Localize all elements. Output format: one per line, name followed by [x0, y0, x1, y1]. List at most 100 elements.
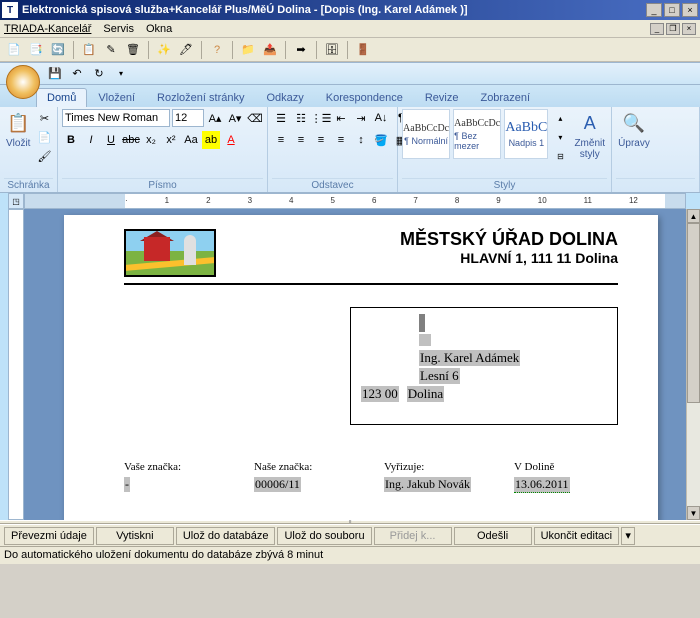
bold-button[interactable]: B	[62, 131, 80, 149]
tool-folder-icon[interactable]: 📁	[238, 40, 258, 60]
qat-redo-icon[interactable]: ↻	[90, 65, 108, 83]
cut-icon[interactable]: ✂	[35, 109, 53, 127]
tool-exit-icon[interactable]: 🚪	[353, 40, 373, 60]
fontcolor-button[interactable]: A	[222, 131, 240, 149]
numbering-icon[interactable]: ☷	[292, 109, 310, 127]
paste-button[interactable]: 📋 Vložit	[4, 109, 32, 152]
qat-save-icon[interactable]: 💾	[46, 65, 64, 83]
vertical-scrollbar[interactable]: ▲ ▼	[686, 209, 700, 520]
ruler-corner[interactable]: ◳	[8, 193, 24, 209]
scroll-thumb[interactable]	[687, 223, 700, 403]
horizontal-ruler[interactable]: ·12345678910111213141516	[24, 193, 686, 209]
style-row-down-icon[interactable]: ▾	[551, 128, 569, 146]
mdi-close-button[interactable]: ×	[682, 23, 696, 35]
style-gallery-icon[interactable]: ⊟	[551, 147, 569, 165]
scroll-up-icon[interactable]: ▲	[687, 209, 700, 223]
tool-help-icon[interactable]: ?	[207, 40, 227, 60]
style-normal[interactable]: AaBbCcDc ¶ Normální	[402, 109, 450, 159]
menubar: TRIADA-Kancelář Servis Okna _ ❐ ×	[0, 20, 700, 38]
subject-label: Věc:	[124, 519, 618, 520]
tool-magic-icon[interactable]: ✨	[154, 40, 174, 60]
align-justify-icon[interactable]: ≡	[332, 131, 350, 149]
header-text: MĚSTSKÝ ÚŘAD DOLINA HLAVNÍ 1, 111 11 Dol…	[400, 229, 618, 266]
strike-button[interactable]: abc	[122, 131, 140, 149]
indent-inc-icon[interactable]: ⇥	[352, 109, 370, 127]
tool-refresh-icon[interactable]: 🔄	[48, 40, 68, 60]
change-styles-button[interactable]: A Změnit styly	[572, 109, 607, 163]
btn-dropdown-icon[interactable]: ▾	[621, 527, 635, 545]
tool-pen-icon[interactable]: 🖊	[176, 40, 196, 60]
btn-save-db[interactable]: Ulož do databáze	[176, 527, 276, 545]
multilevel-icon[interactable]: ⋮☰	[312, 109, 330, 127]
tool-copy-icon[interactable]: 📋	[79, 40, 99, 60]
qat-undo-icon[interactable]: ↶	[68, 65, 86, 83]
btn-print[interactable]: Vytiskni	[96, 527, 174, 545]
align-center-icon[interactable]: ≡	[292, 131, 310, 149]
tab-mail[interactable]: Korespondence	[315, 88, 414, 107]
shrink-font-icon[interactable]: A▾	[226, 109, 244, 127]
align-right-icon[interactable]: ≡	[312, 131, 330, 149]
bullets-icon[interactable]: ☰	[272, 109, 290, 127]
btn-takeover[interactable]: Převezmi údaje	[4, 527, 94, 545]
linespacing-icon[interactable]: ↕	[352, 131, 370, 149]
btn-send[interactable]: Odešli	[454, 527, 532, 545]
tab-view[interactable]: Zobrazení	[469, 88, 541, 107]
formatpainter-icon[interactable]: 🖌	[35, 147, 53, 165]
tool-delete-icon[interactable]: 🗑	[123, 40, 143, 60]
tool-new-icon[interactable]: 📄	[4, 40, 24, 60]
copy-icon[interactable]: 📄	[35, 128, 53, 146]
meta-row: Vaše značka: - Naše značka: 00006/11 Vyř…	[124, 461, 618, 493]
tool-send-icon[interactable]: ➡	[291, 40, 311, 60]
mdi-restore-button[interactable]: ❐	[666, 23, 680, 35]
italic-button[interactable]: I	[82, 131, 100, 149]
address-box[interactable]: Ing. Karel Adámek Lesní 6 123 00Dolina	[350, 307, 618, 425]
btn-endedit[interactable]: Ukončit editaci	[534, 527, 620, 545]
maximize-button[interactable]: □	[664, 3, 680, 17]
btn-save-file[interactable]: Ulož do souboru	[277, 527, 371, 545]
scroll-down-icon[interactable]: ▼	[687, 506, 700, 520]
close-button[interactable]: ×	[682, 3, 698, 17]
sort-icon[interactable]: A↓	[372, 109, 390, 127]
underline-button[interactable]: U	[102, 131, 120, 149]
tab-layout[interactable]: Rozložení stránky	[146, 88, 255, 107]
menu-servis[interactable]: Servis	[103, 23, 134, 35]
clear-format-icon[interactable]: ⌫	[246, 109, 264, 127]
tool-open-icon[interactable]: 📑	[26, 40, 46, 60]
tool-db-icon[interactable]: 🗄	[322, 40, 342, 60]
group-font: A▴ A▾ ⌫ B I U abc x₂ x² Aa ab A Písmo	[58, 107, 268, 192]
separator	[285, 41, 286, 59]
indent-dec-icon[interactable]: ⇤	[332, 109, 350, 127]
font-size-select[interactable]	[172, 109, 204, 127]
tab-insert[interactable]: Vložení	[87, 88, 146, 107]
tool-export-icon[interactable]: 📤	[260, 40, 280, 60]
tab-review[interactable]: Revize	[414, 88, 470, 107]
shading-icon[interactable]: 🪣	[372, 131, 390, 149]
style-heading1[interactable]: AaBbC Nadpis 1	[504, 109, 548, 159]
ribbon-tabs: Domů Vložení Rozložení stránky Odkazy Ko…	[0, 85, 700, 107]
style-row-up-icon[interactable]: ▴	[551, 109, 569, 127]
minimize-button[interactable]: _	[646, 3, 662, 17]
status-text: Do automatického uložení dokumentu do da…	[4, 549, 323, 561]
style-nospacing[interactable]: AaBbCcDc ¶ Bez mezer	[453, 109, 501, 159]
superscript-button[interactable]: x²	[162, 131, 180, 149]
menu-triada[interactable]: TRIADA-Kancelář	[4, 23, 91, 35]
vertical-ruler[interactable]	[8, 209, 24, 520]
highlight-button[interactable]: ab	[202, 131, 220, 149]
office-button[interactable]	[6, 65, 40, 99]
app-icon: T	[2, 2, 18, 18]
field-street: Lesní 6	[419, 368, 460, 384]
changecase-button[interactable]: Aa	[182, 131, 200, 149]
tab-references[interactable]: Odkazy	[255, 88, 314, 107]
grow-font-icon[interactable]: A▴	[206, 109, 224, 127]
mdi-minimize-button[interactable]: _	[650, 23, 664, 35]
qat-customize-icon[interactable]: ▾	[112, 65, 130, 83]
subscript-button[interactable]: x₂	[142, 131, 160, 149]
tool-edit-icon[interactable]: ✎	[101, 40, 121, 60]
font-family-select[interactable]	[62, 109, 170, 127]
align-left-icon[interactable]: ≡	[272, 131, 290, 149]
tab-home[interactable]: Domů	[36, 88, 87, 107]
menu-okna[interactable]: Okna	[146, 23, 172, 35]
document-viewport[interactable]: MĚSTSKÝ ÚŘAD DOLINA HLAVNÍ 1, 111 11 Dol…	[24, 209, 686, 520]
page: MĚSTSKÝ ÚŘAD DOLINA HLAVNÍ 1, 111 11 Dol…	[64, 215, 658, 520]
editing-button[interactable]: 🔍 Úpravy	[616, 109, 652, 152]
